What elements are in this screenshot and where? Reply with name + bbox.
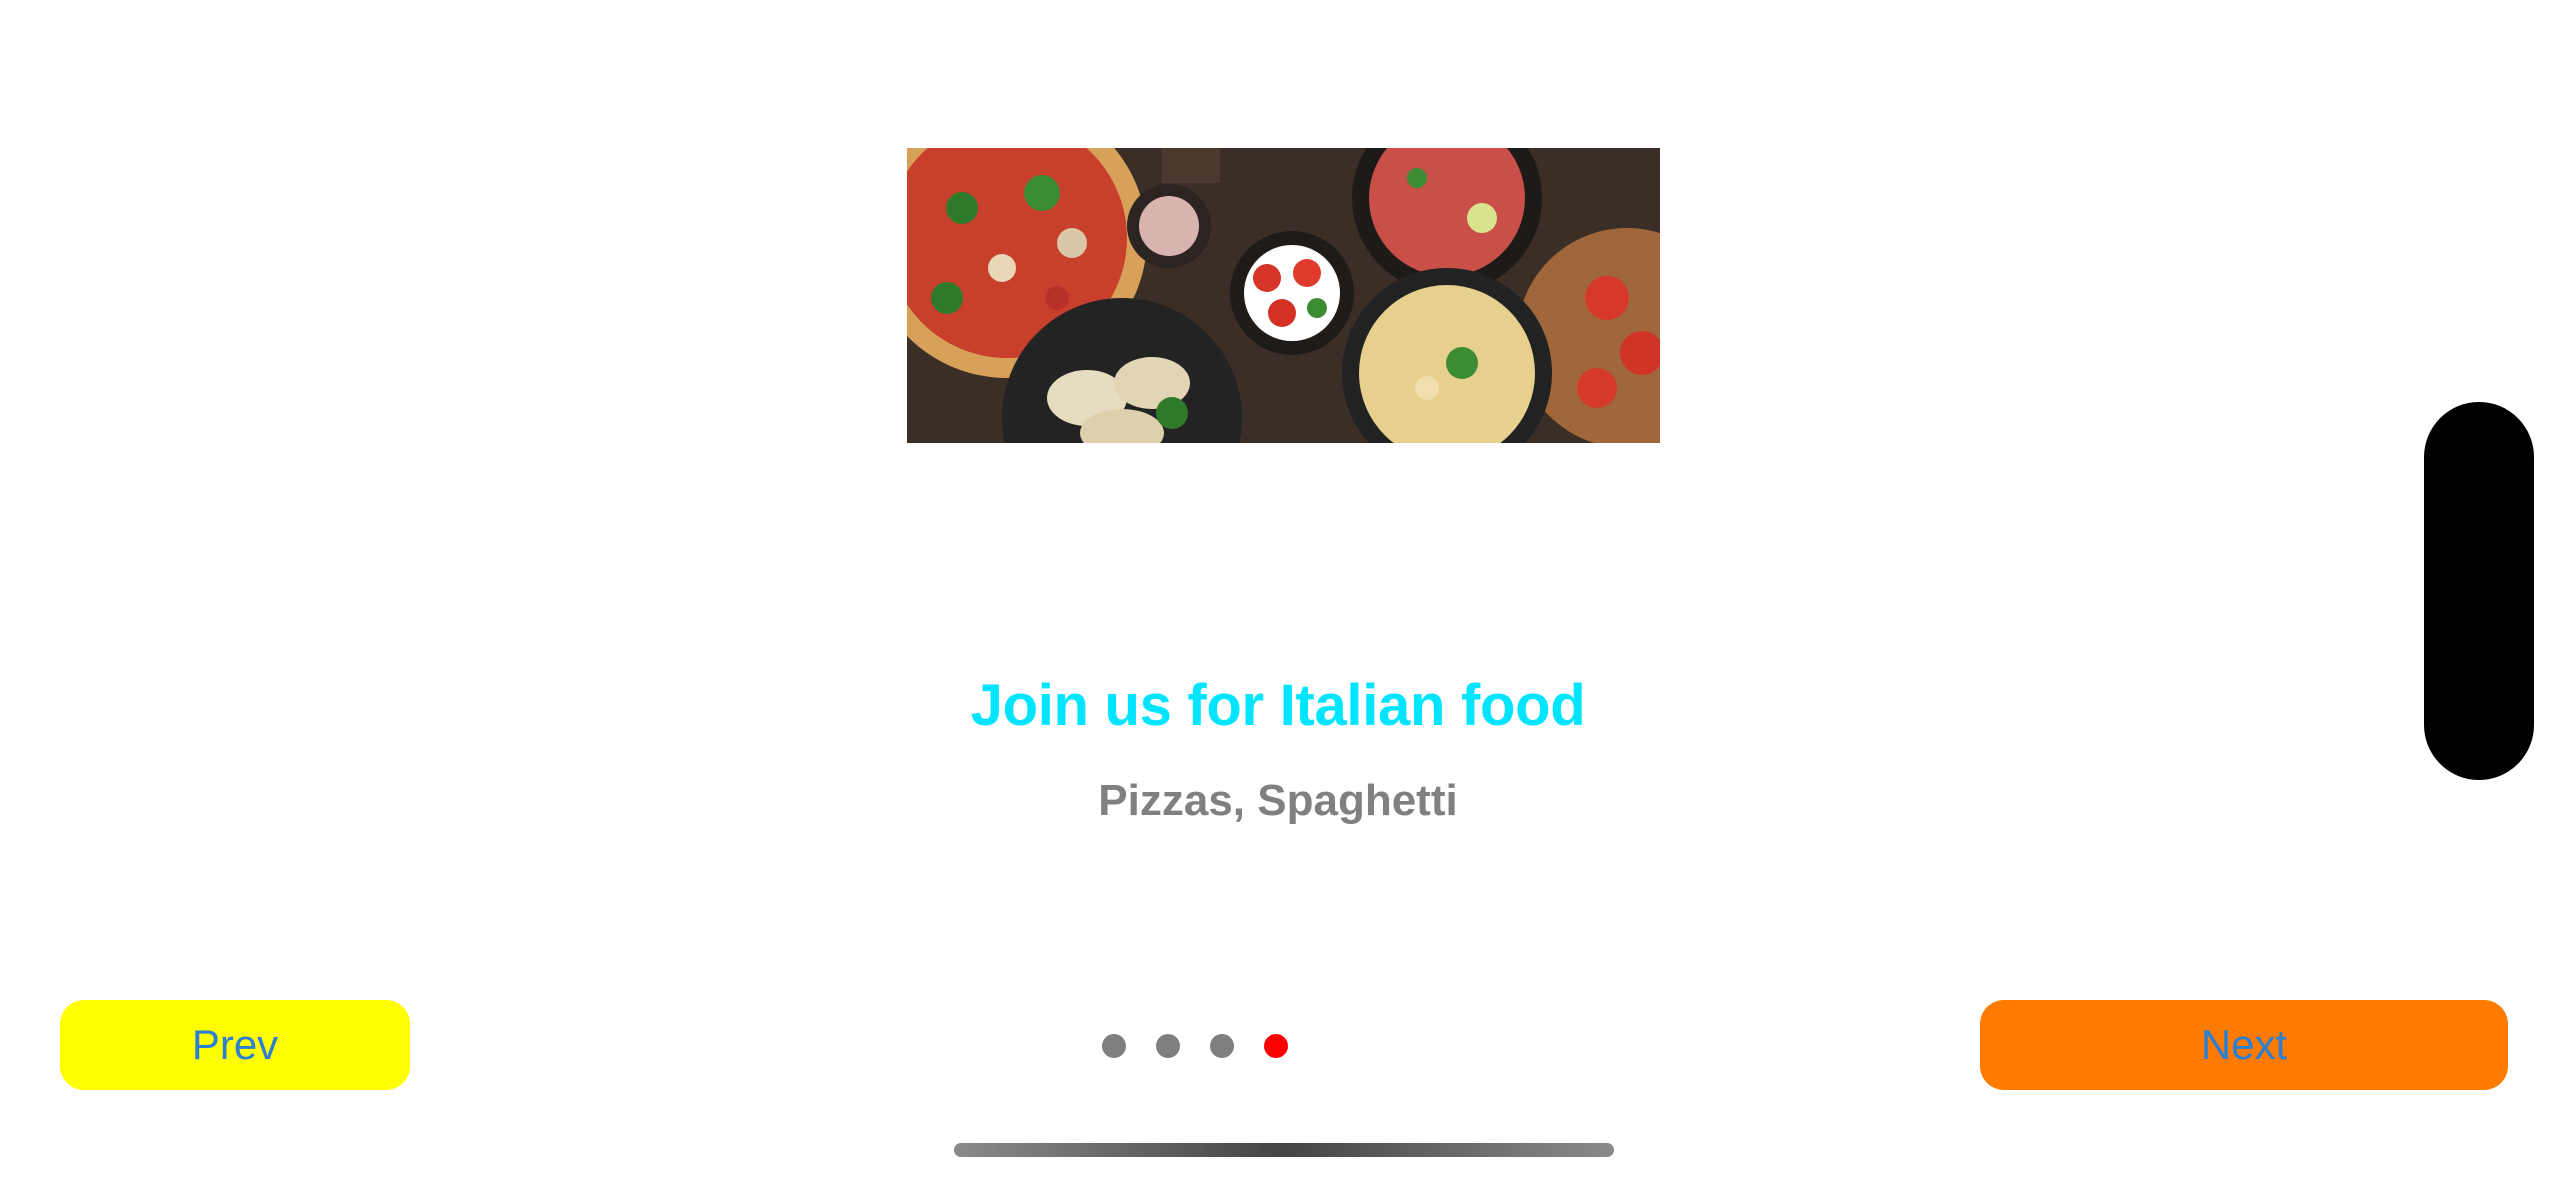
page-dot-2[interactable] [1156,1034,1180,1058]
side-pill [2424,402,2534,780]
page-dot-1[interactable] [1102,1034,1126,1058]
onboarding-screen: Join us for Italian food Pizzas, Spaghet… [0,0,2556,1179]
onboarding-subtitle: Pizzas, Spaghetti [1098,776,1458,825]
page-dot-3[interactable] [1210,1034,1234,1058]
next-button[interactable]: Next [1980,1000,2508,1090]
italian-food-image [907,148,1660,443]
prev-button[interactable]: Prev [60,1000,410,1090]
page-indicator[interactable] [1102,1034,1288,1058]
page-dot-4-active[interactable] [1264,1034,1288,1058]
onboarding-title: Join us for Italian food [970,673,1586,738]
home-indicator[interactable] [954,1143,1614,1157]
